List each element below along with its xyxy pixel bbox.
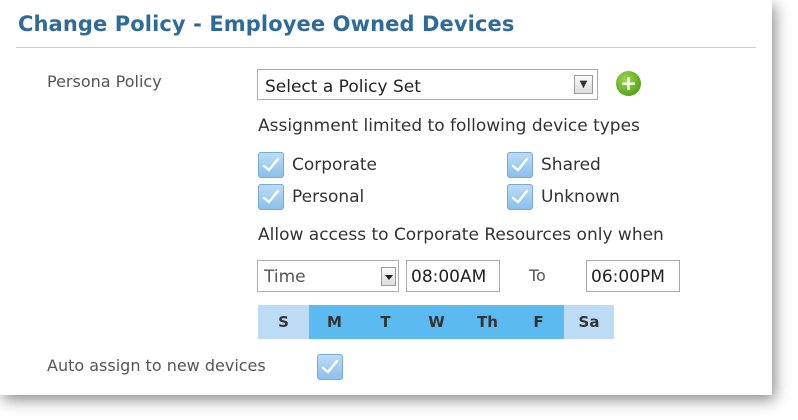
label-corporate: Corporate [292, 155, 377, 175]
change-policy-panel: Change Policy - Employee Owned Devices P… [0, 0, 772, 395]
end-time-input[interactable]: 06:00PM [586, 260, 680, 292]
day-friday[interactable]: F [513, 305, 564, 339]
add-circle-icon[interactable]: + [616, 71, 641, 96]
weekday-selector: S M T W Th F Sa [258, 305, 614, 339]
checkbox-shared[interactable] [507, 152, 533, 178]
check-icon [511, 157, 529, 172]
chevron-down-icon[interactable]: ▼ [574, 75, 593, 94]
device-types-heading: Assignment limited to following device t… [258, 116, 640, 136]
policy-set-select[interactable]: Select a Policy Set ▼ [257, 69, 598, 100]
label-personal: Personal [292, 187, 365, 207]
day-thursday[interactable]: Th [462, 305, 513, 339]
day-saturday[interactable]: Sa [564, 305, 614, 339]
auto-assign-label: Auto assign to new devices [47, 356, 266, 375]
panel-title: Change Policy - Employee Owned Devices [18, 12, 515, 36]
label-shared: Shared [541, 155, 601, 175]
title-divider [16, 47, 756, 48]
policy-set-select-value: Select a Policy Set [265, 77, 421, 97]
access-condition-select[interactable]: Time [257, 260, 399, 292]
day-sunday[interactable]: S [258, 305, 309, 339]
check-icon [262, 189, 280, 204]
day-tuesday[interactable]: T [360, 305, 411, 339]
label-unknown: Unknown [541, 187, 620, 207]
check-icon [262, 157, 280, 172]
access-condition-value: Time [264, 267, 306, 287]
checkbox-corporate[interactable] [258, 152, 284, 178]
day-monday[interactable]: M [309, 305, 360, 339]
persona-policy-label: Persona Policy [47, 72, 162, 91]
chevron-down-icon[interactable] [381, 267, 396, 286]
start-time-input[interactable]: 08:00AM [406, 260, 500, 292]
checkbox-unknown[interactable] [507, 184, 533, 210]
checkbox-personal[interactable] [258, 184, 284, 210]
access-heading: Allow access to Corporate Resources only… [258, 225, 664, 245]
day-wednesday[interactable]: W [411, 305, 462, 339]
check-icon [321, 359, 339, 374]
to-label: To [529, 266, 546, 285]
checkbox-auto-assign[interactable] [317, 354, 343, 380]
check-icon [511, 189, 529, 204]
